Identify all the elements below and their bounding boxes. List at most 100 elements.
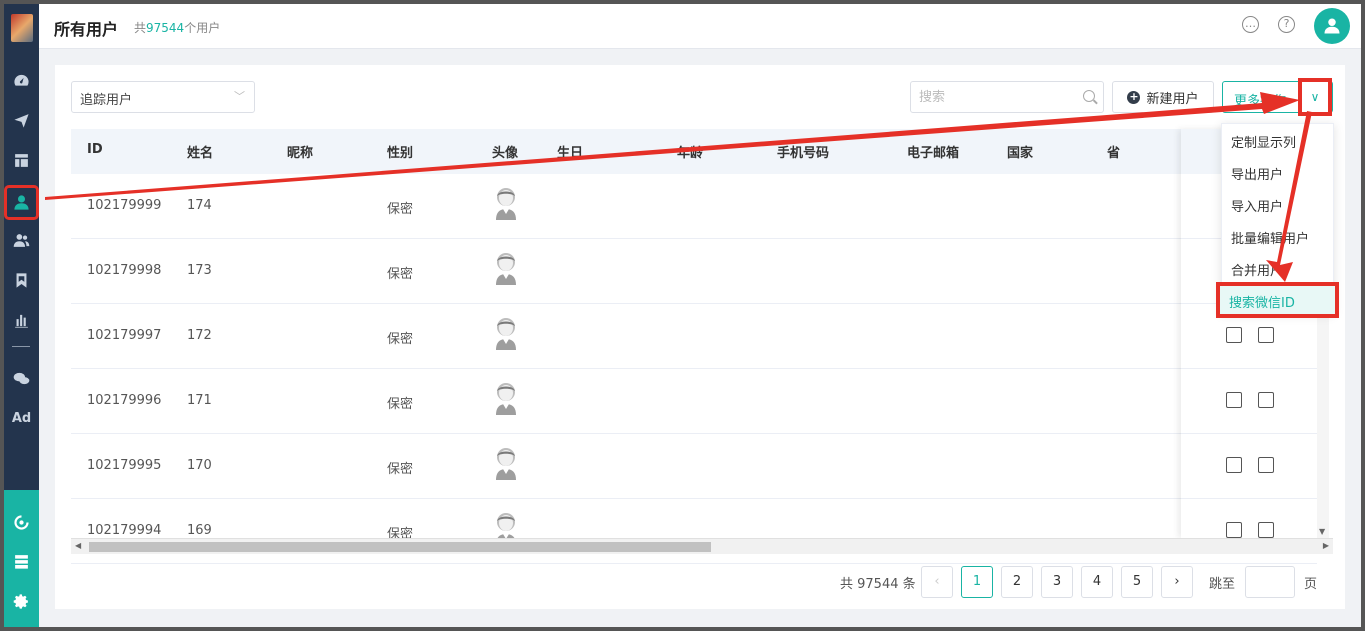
- add-note-icon[interactable]: [1258, 522, 1274, 538]
- logo: [11, 14, 33, 42]
- row-actions: [1226, 522, 1274, 538]
- page-suffix: 页: [1304, 577, 1318, 592]
- column-header[interactable]: 手机号码: [777, 142, 829, 161]
- add-note-icon[interactable]: [1258, 392, 1274, 408]
- user-icon[interactable]: [4, 185, 39, 220]
- menu-item-batch-edit[interactable]: 批量编辑用户: [1222, 222, 1333, 250]
- add-note-icon[interactable]: [1258, 457, 1274, 473]
- menu-item-custom-columns[interactable]: 定制显示列: [1222, 126, 1333, 154]
- cell-gender: 保密: [387, 267, 414, 282]
- page-button[interactable]: 2: [1001, 566, 1033, 598]
- cell-gender: 保密: [387, 202, 414, 217]
- question-icon[interactable]: ?: [1278, 16, 1295, 33]
- main-card: 追踪用户 ﹀ + 新建用户 更多操作 ∨ ID 姓名 昵称 性别 头像 生日 年…: [55, 65, 1345, 609]
- column-header[interactable]: 昵称: [287, 142, 313, 161]
- scroll-down-icon[interactable]: ▼: [1319, 527, 1325, 536]
- bar-chart-icon[interactable]: [7, 306, 36, 335]
- table-row[interactable]: 102179998 173 保密: [71, 239, 1317, 304]
- more-actions-dropdown-toggle[interactable]: ∨: [1298, 78, 1332, 116]
- page-button[interactable]: 4: [1081, 566, 1113, 598]
- cell-name: 170: [187, 458, 212, 473]
- user-icon: [1324, 18, 1340, 34]
- cell-name: 171: [187, 393, 212, 408]
- pagination-total: 共 97544 条: [840, 577, 916, 592]
- top-header: 所有用户 共97544个用户 … ?: [39, 4, 1361, 49]
- users-icon[interactable]: [7, 226, 36, 255]
- page-title: 所有用户: [54, 20, 119, 39]
- menu-item-merge-users[interactable]: 合并用户: [1222, 254, 1333, 282]
- table-row[interactable]: 102179996 171 保密: [71, 369, 1317, 434]
- radar-icon[interactable]: [7, 508, 36, 537]
- cell-name: 173: [187, 263, 212, 278]
- column-header[interactable]: 电子邮箱: [907, 142, 959, 161]
- search-input[interactable]: [910, 81, 1104, 113]
- page-button[interactable]: 3: [1041, 566, 1073, 598]
- cell-name: 169: [187, 523, 212, 538]
- more-actions-menu: 定制显示列 导出用户 导入用户 批量编辑用户 合并用户 搜索微信ID: [1216, 123, 1339, 318]
- cell-gender: 保密: [387, 462, 414, 477]
- edit-icon[interactable]: [1226, 327, 1242, 343]
- scroll-right-icon[interactable]: ▶: [1323, 541, 1329, 550]
- table-row[interactable]: 102179995 170 保密: [71, 434, 1317, 499]
- page-button[interactable]: 5: [1121, 566, 1153, 598]
- edit-icon[interactable]: [1226, 457, 1242, 473]
- column-header[interactable]: 性别: [387, 142, 413, 161]
- column-header[interactable]: 年龄: [677, 142, 703, 161]
- app-window: Ad 所有用户 共97544个用户 … ? 追踪用户 ﹀ 搜索 + 新建用户 更…: [4, 4, 1361, 627]
- horizontal-scrollbar[interactable]: ◀ ▶: [71, 538, 1333, 554]
- row-actions: [1226, 392, 1274, 408]
- wechat-icon[interactable]: [7, 364, 36, 393]
- avatar: [493, 446, 519, 480]
- avatar: [493, 316, 519, 350]
- jump-label: 跳至: [1209, 577, 1236, 592]
- menu-item-search-wechat-id[interactable]: 搜索微信ID: [1216, 282, 1339, 318]
- column-header[interactable]: 姓名: [187, 142, 213, 161]
- menu-item-import-users[interactable]: 导入用户: [1222, 190, 1333, 218]
- column-header[interactable]: 国家: [1007, 142, 1033, 161]
- table-row[interactable]: 102179999 174 保密: [71, 174, 1317, 239]
- sidebar-bottom: [4, 490, 39, 627]
- table-row[interactable]: 102179994 169 保密: [71, 499, 1317, 564]
- cell-id: 102179999: [87, 198, 162, 213]
- edit-icon[interactable]: [1226, 392, 1242, 408]
- chat-bubble-icon[interactable]: …: [1242, 16, 1259, 33]
- cell-id: 102179994: [87, 523, 162, 538]
- edit-icon[interactable]: [1226, 522, 1242, 538]
- bookmark-icon[interactable]: [7, 266, 36, 295]
- new-user-button[interactable]: + 新建用户: [1112, 81, 1214, 113]
- avatar[interactable]: [1314, 8, 1350, 44]
- menu-item-export-users[interactable]: 导出用户: [1222, 158, 1333, 186]
- plus-icon: +: [1127, 89, 1141, 104]
- dashboard-icon[interactable]: [7, 66, 36, 95]
- column-header[interactable]: ID: [87, 142, 103, 157]
- add-note-icon[interactable]: [1258, 327, 1274, 343]
- send-icon[interactable]: [7, 106, 36, 135]
- column-header[interactable]: 生日: [557, 142, 583, 161]
- cell-id: 102179995: [87, 458, 162, 473]
- next-page-button[interactable]: ›: [1161, 566, 1193, 598]
- server-icon[interactable]: [7, 547, 36, 576]
- sidebar: Ad: [4, 4, 39, 627]
- jump-page-input[interactable]: [1245, 566, 1295, 598]
- table-row[interactable]: 102179997 172 保密: [71, 304, 1317, 369]
- ad-icon[interactable]: Ad: [7, 404, 36, 433]
- column-header[interactable]: 省: [1107, 142, 1120, 161]
- cell-id: 102179997: [87, 328, 162, 343]
- avatar: [493, 186, 519, 220]
- scrollbar-thumb[interactable]: [89, 542, 711, 552]
- gear-icon[interactable]: [7, 587, 36, 616]
- sidebar-divider: [12, 346, 30, 347]
- user-count: 共97544个用户: [134, 21, 221, 35]
- cell-id: 102179998: [87, 263, 162, 278]
- row-actions: [1226, 457, 1274, 473]
- scroll-left-icon[interactable]: ◀: [75, 541, 81, 550]
- search-icon[interactable]: [1083, 90, 1095, 102]
- column-header[interactable]: 头像: [492, 142, 518, 161]
- cell-id: 102179996: [87, 393, 162, 408]
- filter-select[interactable]: 追踪用户 ﹀: [71, 81, 255, 113]
- page-button[interactable]: 1: [961, 566, 993, 598]
- layout-icon[interactable]: [7, 146, 36, 175]
- avatar: [493, 251, 519, 285]
- prev-page-button[interactable]: ‹: [921, 566, 953, 598]
- cell-gender: 保密: [387, 397, 414, 412]
